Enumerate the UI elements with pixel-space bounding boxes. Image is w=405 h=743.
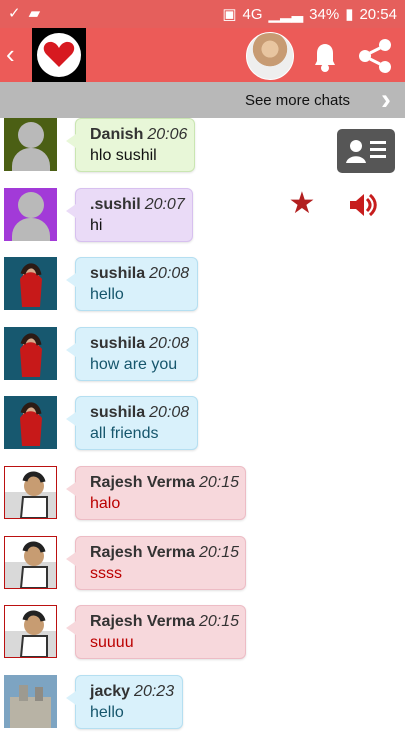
message-bubble[interactable]: Danish 20:06 hlo sushil (66, 118, 195, 172)
avatar[interactable] (4, 188, 57, 241)
chat-message-row: jacky 20:23 hello (0, 675, 405, 743)
chat-message-row: Rajesh Verma 20:15 ssss (0, 536, 405, 604)
avatar[interactable] (4, 466, 57, 519)
message-time: 20:08 (149, 335, 190, 352)
chat-notification-icon: ▰ (28, 5, 41, 22)
sender-name: sushila (90, 404, 146, 421)
avatar[interactable] (4, 536, 57, 589)
message-text: hlo sushil (90, 147, 157, 164)
message-time: 20:15 (198, 544, 239, 561)
message-text: hello (90, 704, 124, 721)
app-header: ‹ (0, 28, 405, 82)
avatar[interactable] (4, 118, 57, 171)
message-bubble[interactable]: sushila 20:08 all friends (66, 396, 198, 450)
message-text: how are you (90, 356, 178, 373)
message-bubble[interactable]: Rajesh Verma 20:15 suuuu (66, 605, 246, 659)
speaker-icon[interactable] (347, 189, 379, 221)
chat-message-row: Rajesh Verma 20:15 suuuu (0, 605, 405, 673)
share-icon[interactable] (354, 36, 396, 76)
sender-name: Rajesh Verma (90, 474, 195, 491)
chevron-left-icon[interactable]: ‹ (6, 40, 26, 70)
message-bubble[interactable]: sushila 20:08 hello (66, 257, 198, 311)
profile-avatar[interactable] (246, 32, 294, 80)
alarm-icon: ▣ (222, 6, 237, 23)
message-bubble[interactable]: Rajesh Verma 20:15 ssss (66, 536, 246, 590)
see-more-chats-button[interactable]: See more chats › (0, 82, 405, 118)
chat-message-row: Rajesh Verma 20:15 halo (0, 466, 405, 534)
chat-message-row: sushila 20:08 how are you (0, 327, 405, 395)
message-time: 20:08 (149, 404, 190, 421)
message-time: 20:08 (149, 265, 190, 282)
bell-icon[interactable] (305, 36, 345, 76)
message-bubble[interactable]: .sushil 20:07 hi (66, 188, 193, 242)
battery-label: 34% (309, 5, 340, 23)
avatar[interactable] (4, 327, 57, 380)
chevron-right-icon: › (381, 83, 391, 116)
sender-name: jacky (90, 683, 131, 700)
avatar[interactable] (4, 605, 57, 658)
battery-icon: ▮ (345, 6, 354, 23)
sender-name: sushila (90, 265, 146, 282)
message-text: all friends (90, 425, 159, 442)
time-label: 20:54 (359, 5, 397, 23)
message-text: suuuu (90, 634, 134, 651)
see-more-label: See more chats (244, 92, 350, 109)
message-bubble[interactable]: Rajesh Verma 20:15 halo (66, 466, 246, 520)
signal-icon: ▁▂▃ (268, 6, 304, 23)
star-icon[interactable]: ★ (287, 189, 317, 219)
message-bubble[interactable]: sushila 20:08 how are you (66, 327, 198, 381)
message-text: hi (90, 217, 103, 234)
sender-name: Rajesh Verma (90, 544, 195, 561)
message-text: ssss (90, 565, 122, 582)
avatar[interactable] (4, 396, 57, 449)
heart-logo-icon (32, 28, 86, 82)
avatar[interactable] (4, 257, 57, 310)
message-time: 20:23 (134, 683, 175, 700)
message-time: 20:06 (147, 126, 188, 143)
chat-message-row: sushila 20:08 all friends (0, 396, 405, 464)
message-time: 20:07 (144, 196, 185, 213)
message-text: hello (90, 286, 124, 303)
status-bar: ✓ ▰ ▣ 4G ▁▂▃ 34% ▮ 20:54 (0, 0, 405, 28)
network-label: 4G (242, 5, 263, 23)
contact-card-icon[interactable] (337, 129, 395, 173)
sender-name: sushila (90, 335, 146, 352)
avatar[interactable] (4, 675, 57, 728)
sender-name: Danish (90, 126, 144, 143)
message-bubble[interactable]: jacky 20:23 hello (66, 675, 183, 729)
message-time: 20:15 (198, 474, 239, 491)
check-notification-icon: ✓ (8, 5, 21, 22)
message-text: halo (90, 495, 121, 512)
chat-message-row: sushila 20:08 hello (0, 257, 405, 325)
sender-name: .sushil (90, 196, 141, 213)
message-time: 20:15 (198, 613, 239, 630)
sender-name: Rajesh Verma (90, 613, 195, 630)
chat-message-row: .sushil 20:07 hi (0, 188, 405, 256)
